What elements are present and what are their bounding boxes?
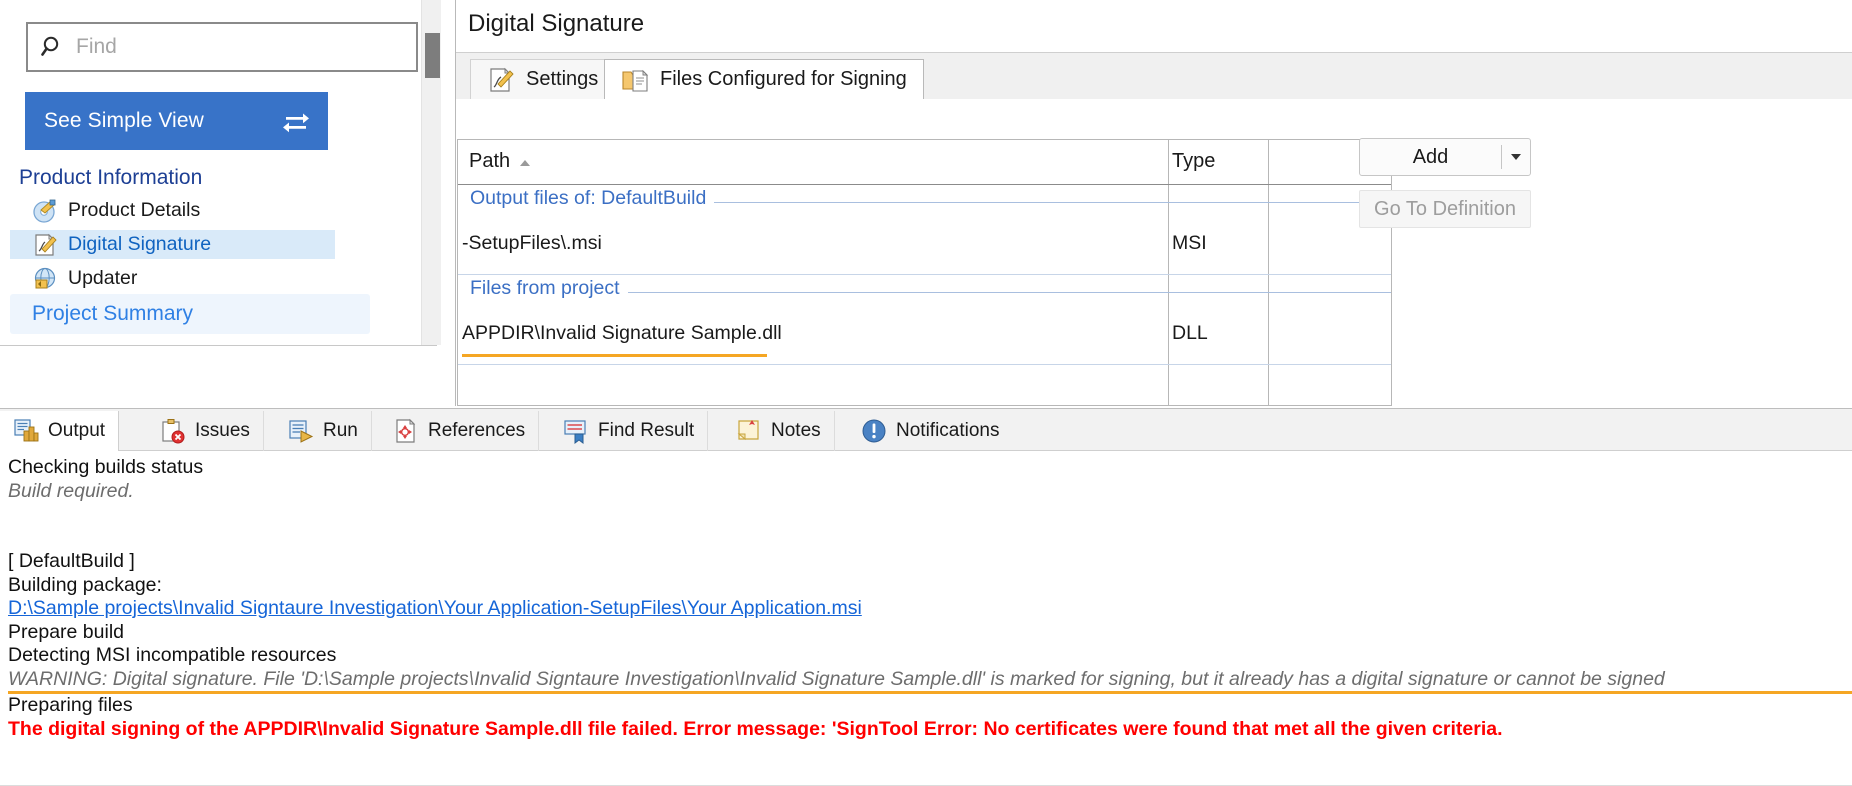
section-header-product-information: Product Information xyxy=(19,166,203,189)
tab-label: Notes xyxy=(771,420,821,441)
search-placeholder: Find xyxy=(76,35,117,58)
chevron-down-icon[interactable] xyxy=(1502,154,1530,160)
grid-cell-type: DLL xyxy=(1172,322,1208,344)
sidebar-item-label: Product Details xyxy=(68,199,201,221)
row-error-underline xyxy=(462,354,767,357)
tab-label: Output xyxy=(48,420,106,441)
grid-group-header: Files from project xyxy=(458,275,1391,306)
notifications-icon xyxy=(861,418,887,444)
log-line-warning: WARNING: Digital signature. File 'D:\Sam… xyxy=(8,668,1852,694)
find-result-icon xyxy=(563,418,589,444)
page-title: Digital Signature xyxy=(468,10,645,37)
log-line-link[interactable]: D:\Sample projects\Invalid Signtaure Inv… xyxy=(8,597,1852,621)
grid-cell-path: -SetupFiles\.msi xyxy=(462,232,602,254)
references-icon xyxy=(393,418,419,444)
tab-notes[interactable]: Notes xyxy=(723,411,835,451)
grid-header-row: Path Type xyxy=(458,140,1391,185)
add-button[interactable]: Add xyxy=(1359,138,1531,176)
log-line: Build required. xyxy=(8,479,134,502)
output-icon xyxy=(13,418,39,444)
log-line: Prepare build xyxy=(8,620,124,643)
sidebar-scrollbar-thumb[interactable] xyxy=(425,33,440,78)
sidebar-scrollbar[interactable] xyxy=(421,0,441,345)
tab-find-result[interactable]: Find Result xyxy=(550,411,709,451)
updater-globe-icon xyxy=(32,266,58,292)
project-summary-label: Project Summary xyxy=(32,302,194,325)
grid-cell-type: MSI xyxy=(1172,232,1207,254)
grid-cell-path: APPDIR\Invalid Signature Sample.dll xyxy=(462,322,782,344)
tab-files-configured-for-signing[interactable]: Files Configured for Signing xyxy=(604,59,924,99)
sidebar-item-label: Updater xyxy=(68,267,138,289)
digital-signature-icon xyxy=(32,232,58,258)
go-to-definition-label: Go To Definition xyxy=(1374,197,1516,220)
tab-label: Find Result xyxy=(598,420,695,441)
log-line-error: The digital signing of the APPDIR\Invali… xyxy=(8,717,1503,740)
swap-arrows-icon xyxy=(282,109,310,133)
grid-column-header-path[interactable]: Path xyxy=(469,150,510,173)
grid-group-label: Files from project xyxy=(470,277,628,300)
run-icon xyxy=(288,418,314,444)
tab-references[interactable]: References xyxy=(380,411,540,451)
product-details-icon xyxy=(32,198,58,224)
tab-label: Files Configured for Signing xyxy=(660,68,907,90)
see-simple-view-button[interactable]: See Simple View xyxy=(25,92,328,150)
table-row[interactable]: APPDIR\Invalid Signature Sample.dll DLL xyxy=(458,306,1391,365)
notes-icon xyxy=(736,418,762,444)
search-input[interactable]: Find xyxy=(26,22,418,72)
bottom-panel: Output Issues Run References Find Result… xyxy=(0,408,1852,786)
tab-settings[interactable]: Settings xyxy=(470,59,616,99)
grid-group-header: Output files of: DefaultBuild xyxy=(458,185,1391,216)
grid-column-header-type[interactable]: Type xyxy=(1172,150,1215,173)
log-line: [ DefaultBuild ] xyxy=(8,550,135,572)
tab-label: Settings xyxy=(526,68,599,90)
output-log[interactable]: Checking builds status Build required. [… xyxy=(0,452,1852,786)
tab-run[interactable]: Run xyxy=(275,411,372,451)
tab-label: References xyxy=(428,420,526,441)
sort-ascending-icon xyxy=(520,160,530,166)
issues-icon xyxy=(160,418,186,444)
sidebar-item-label: Digital Signature xyxy=(68,233,212,255)
grid-group-label: Output files of: DefaultBuild xyxy=(470,187,715,210)
settings-pencil-icon xyxy=(487,66,515,94)
files-grid: Path Type Output files of: DefaultBuild … xyxy=(457,139,1392,406)
sidebar-bottom-divider xyxy=(0,345,437,408)
folder-document-icon xyxy=(621,66,649,94)
see-simple-view-label: See Simple View xyxy=(44,109,204,132)
bottom-tabstrip: Output Issues Run References Find Result… xyxy=(0,409,1852,451)
add-button-label: Add xyxy=(1412,145,1449,168)
log-line-blank xyxy=(8,503,1852,527)
log-line-blank xyxy=(8,527,1852,551)
tab-output[interactable]: Output xyxy=(0,411,120,451)
tab-label: Run xyxy=(323,420,358,441)
table-row[interactable]: -SetupFiles\.msi MSI xyxy=(458,216,1391,275)
search-icon xyxy=(40,34,66,60)
sidebar-item-updater[interactable]: Updater xyxy=(10,264,335,293)
sidebar-item-digital-signature[interactable]: Digital Signature xyxy=(10,230,335,259)
log-line: Checking builds status xyxy=(8,456,204,478)
project-summary-button[interactable]: Project Summary xyxy=(10,294,370,334)
main-panel: Digital Signature Settings Files Configu… xyxy=(455,0,1852,406)
files-grid-area: Path Type Output files of: DefaultBuild … xyxy=(457,99,1852,406)
sidebar-item-product-details[interactable]: Product Details xyxy=(10,196,335,225)
tab-label: Issues xyxy=(195,420,250,441)
tab-label: Notifications xyxy=(896,420,1000,441)
log-line: Building package: xyxy=(8,573,162,596)
panel-tabstrip: Settings Files Configured for Signing xyxy=(456,53,1852,99)
application-window: Find See Simple View Product Information xyxy=(0,0,1852,786)
go-to-definition-button[interactable]: Go To Definition xyxy=(1359,190,1531,228)
tab-notifications[interactable]: Notifications xyxy=(848,411,1013,451)
log-line: Detecting MSI incompatible resources xyxy=(8,644,337,666)
log-line: Preparing files xyxy=(8,694,133,716)
tab-issues[interactable]: Issues xyxy=(147,411,264,451)
